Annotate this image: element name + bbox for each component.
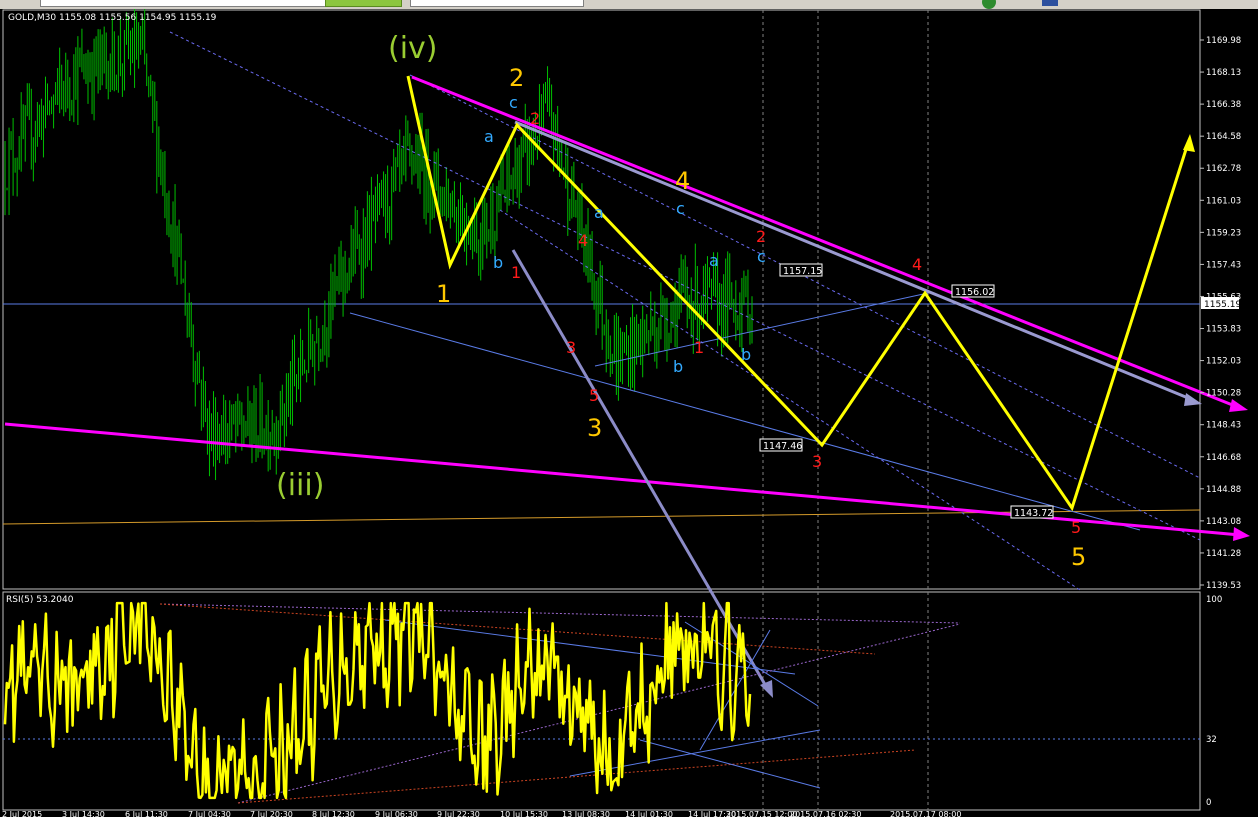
toolbar [0,0,1258,9]
price-tick-label: 1146.68 [1206,453,1241,463]
rsi-bottom-dotted [237,623,961,804]
rsi-tick-label: 100 [1206,595,1222,605]
time-tick-label: 8 Jul 12:30 [312,810,355,817]
time-tick-label: 7 Jul 20:30 [250,810,293,817]
price-tick-label: 1162.78 [1206,164,1241,174]
label-blue-a3: a [709,251,719,270]
price-callouts: 1157.15 1156.02 1147.46 1143.72 [759,263,1054,519]
label-orange-1: 1 [436,280,451,308]
price-tick-label: 1161.03 [1206,196,1241,206]
price-axis: 1169.98 1168.13 1166.38 1164.58 1162.78 1161.… [1200,36,1241,591]
label-blue-c3: c [757,247,766,266]
rsi-bottom-red [237,749,916,804]
label-blue-b3: b [741,345,751,364]
price-tick-label: 1168.13 [1206,68,1241,78]
callout-1143-72: 1143.72 [1014,508,1053,519]
rsi-axis: 100 32 0 [1206,595,1222,808]
label-blue-b1: b [493,253,503,272]
label-red-1a: 1 [511,263,521,282]
label-wave-iv: (iv) [388,31,438,66]
gray-upper-arrow [1184,393,1202,406]
price-tick-label: 1150.28 [1206,389,1241,399]
price-tick-label: 1148.43 [1206,421,1241,431]
price-tick-label: 1143.08 [1206,517,1241,527]
time-tick-label: 9 Jul 22:30 [437,810,480,817]
price-tick-label: 1141.28 [1206,549,1241,559]
callout-1156-02: 1156.02 [955,287,994,298]
price-tick-label: 1164.58 [1206,132,1241,142]
price-tick-label: 1159.23 [1206,228,1241,238]
label-blue-c1: c [509,93,518,112]
price-tick-label: 1157.43 [1206,260,1241,270]
time-tick-label: 6 Jul 11:30 [125,810,168,817]
time-tick-label: 2015.07.16 02:30 [790,810,861,817]
price-tick-label: 1169.98 [1206,36,1241,46]
magenta-channel [4,75,1250,541]
label-red-5a: 5 [589,386,599,405]
price-tick-label: 1166.38 [1206,100,1241,110]
rsi-line [3,601,752,800]
label-red-1b: 1 [694,338,704,357]
label-blue-a2: a [594,203,604,222]
time-tick-label: 2 Jul 2015 [2,810,42,817]
toolbar-square[interactable] [1042,0,1058,6]
toolbar-box-2[interactable] [410,0,584,7]
label-red-2a: 2 [530,109,540,128]
chart-canvas: 1157.15 1156.02 1147.46 1143.72 (iv) (ii… [2,9,1250,817]
rsi-tick-label: 0 [1206,798,1211,808]
label-red-2b: 2 [756,227,766,246]
label-red-4b: 4 [912,255,922,274]
gray-trends [511,120,1202,698]
time-axis: 2 Jul 2015 3 Jul 14:30 6 Jul 11:30 7 Jul 04… [2,810,961,817]
time-tick-label: 2015.07.17 08:00 [890,810,961,817]
magenta-lower-arrow [1233,527,1250,541]
rsi-tick-label: 32 [1206,735,1217,745]
wave-end-arrow [1183,134,1195,152]
time-tick-label: 13 Jul 08:30 [562,810,610,817]
callout-1147-46: 1147.46 [763,441,802,452]
toolbar-green-button[interactable] [325,0,402,7]
rsi-lower-blue [639,739,821,789]
toolbar-circle[interactable] [982,0,996,9]
label-blue-c2: c [676,199,685,218]
callout-1157-15: 1157.15 [783,266,822,277]
gray-down-arrow [760,680,773,698]
time-tick-label: 10 Jul 15:30 [500,810,548,817]
label-blue-b2: b [673,357,683,376]
magenta-upper-arrow [1229,399,1248,412]
rsi-panel-title: RSI(5) 53.2040 [6,595,74,605]
label-red-4a: 4 [578,231,588,250]
current-price-tag: 1155.19 [1204,300,1241,310]
label-red-5b: 5 [1071,518,1081,537]
label-red-3a: 3 [566,338,576,357]
label-red-3b: 3 [812,452,822,471]
label-orange-2: 2 [509,64,524,92]
main-panel-border [2,9,1201,590]
time-tick-label: 2015.07.15 12:00 [726,810,797,817]
time-tick-label: 3 Jul 14:30 [62,810,105,817]
label-wave-iii: (iii) [276,468,324,503]
toolbar-box-1[interactable] [40,0,327,7]
price-tick-label: 1144.88 [1206,485,1241,495]
main-panel-title: GOLD,M30 1155.08 1155.56 1154.95 1155.19 [8,13,217,23]
price-tick-label: 1152.03 [1206,357,1241,367]
rsi-top-dotted [159,603,961,624]
price-tick-label: 1139.53 [1206,581,1241,591]
label-orange-3: 3 [587,414,602,442]
label-orange-4: 4 [675,167,690,195]
candles [4,9,753,481]
label-orange-5: 5 [1071,543,1086,571]
price-tick-label: 1153.83 [1206,325,1241,335]
label-blue-a1: a [484,127,494,146]
time-tick-label: 7 Jul 04:30 [188,810,231,817]
time-tick-label: 9 Jul 06:30 [375,810,418,817]
time-tick-label: 14 Jul 01:30 [625,810,673,817]
